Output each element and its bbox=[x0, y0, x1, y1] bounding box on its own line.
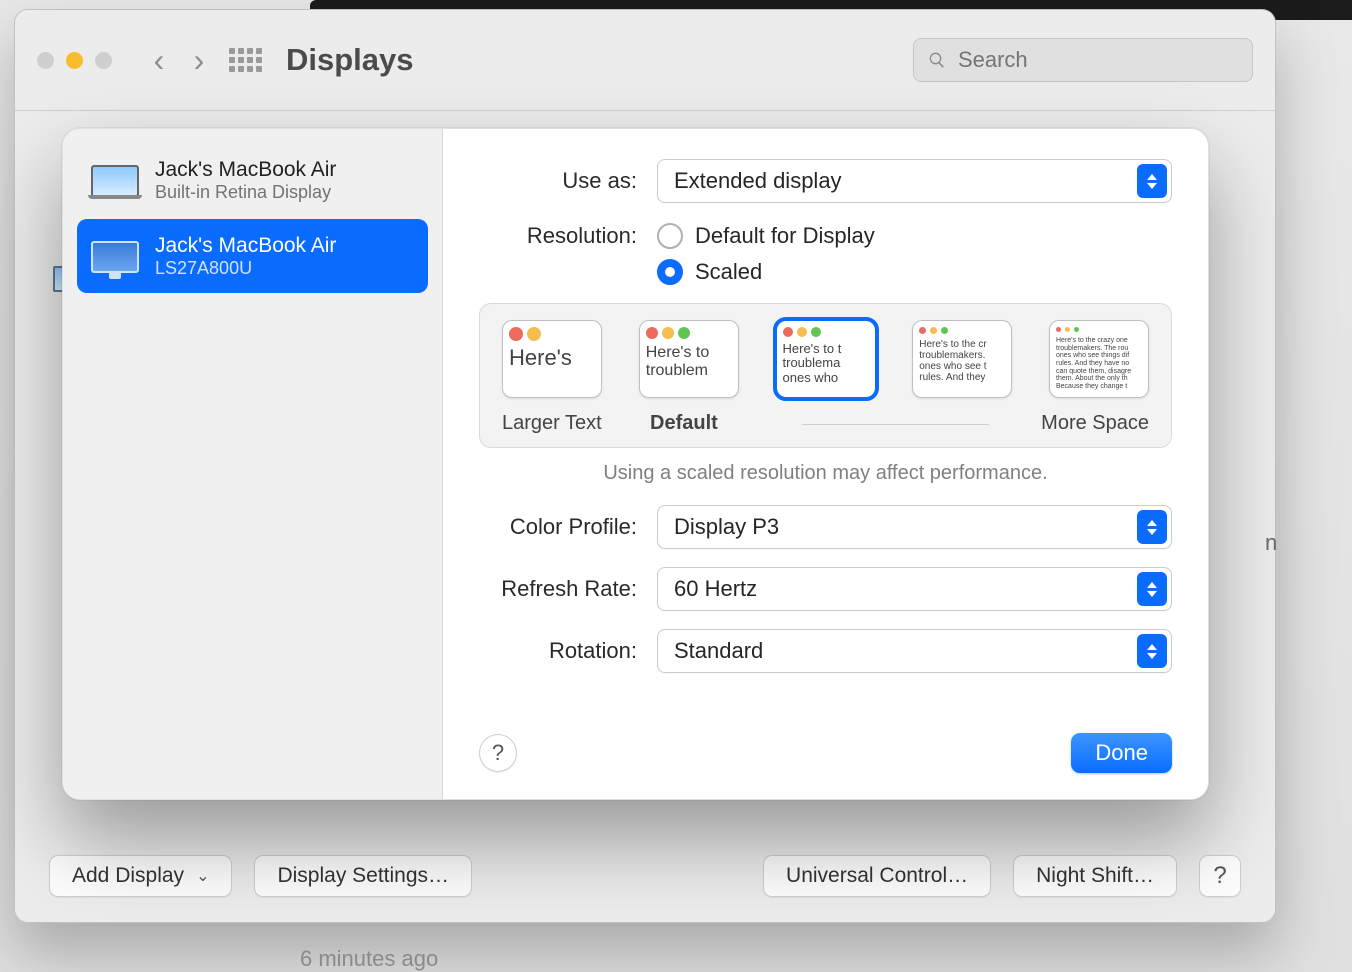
laptop-display-icon bbox=[91, 163, 139, 197]
search-icon bbox=[928, 50, 946, 70]
resolution-thumbnails-box: Here's Here's to troublem Here's to t tr… bbox=[479, 303, 1172, 448]
button-label: Add Display bbox=[72, 864, 184, 888]
display-settings-button[interactable]: Display Settings… bbox=[254, 855, 472, 897]
refresh-rate-select[interactable]: 60 Hertz bbox=[657, 567, 1172, 611]
chevron-down-icon: ⌄ bbox=[196, 866, 209, 886]
device-item-builtin[interactable]: Jack's MacBook Air Built-in Retina Displ… bbox=[77, 143, 428, 217]
radio-circle bbox=[657, 259, 683, 285]
thumbs-label-line bbox=[802, 424, 989, 425]
device-subtitle: Built-in Retina Display bbox=[155, 182, 336, 204]
thumb-sample-text: Here's to troublem bbox=[640, 339, 738, 379]
thumb-sample-text: Here's to t troublema ones who bbox=[777, 337, 875, 385]
close-window-button[interactable] bbox=[37, 52, 54, 69]
back-button[interactable]: ‹ bbox=[148, 49, 170, 71]
help-icon: ? bbox=[1213, 862, 1226, 890]
thumb-sample-text: Here's to the crazy one troublemakers. T… bbox=[1050, 332, 1148, 391]
search-input[interactable] bbox=[956, 46, 1238, 74]
device-subtitle: LS27A800U bbox=[155, 258, 336, 280]
select-value: 60 Hertz bbox=[674, 576, 757, 602]
done-button[interactable]: Done bbox=[1071, 733, 1172, 773]
thumbs-label-left: Larger Text bbox=[502, 412, 652, 435]
select-value: Display P3 bbox=[674, 514, 779, 540]
universal-control-button[interactable]: Universal Control… bbox=[763, 855, 991, 897]
select-value: Standard bbox=[674, 638, 763, 664]
sheet-sidebar: Jack's MacBook Air Built-in Retina Displ… bbox=[63, 129, 443, 799]
monitor-display-icon bbox=[91, 239, 139, 273]
device-item-external[interactable]: Jack's MacBook Air LS27A800U bbox=[77, 219, 428, 293]
resolution-hint: Using a scaled resolution may affect per… bbox=[479, 462, 1172, 485]
resolution-thumb-1[interactable]: Here's to troublem bbox=[639, 320, 739, 398]
select-value: Extended display bbox=[674, 168, 842, 194]
add-display-button[interactable]: Add Display ⌄ bbox=[49, 855, 232, 897]
button-label: Universal Control… bbox=[786, 864, 968, 888]
resolution-default-radio[interactable]: Default for Display bbox=[657, 223, 875, 249]
display-settings-sheet: Jack's MacBook Air Built-in Retina Displ… bbox=[62, 128, 1209, 800]
device-name: Jack's MacBook Air bbox=[155, 157, 336, 182]
stepper-icon bbox=[1137, 572, 1167, 606]
stepper-icon bbox=[1137, 164, 1167, 198]
stepper-icon bbox=[1137, 510, 1167, 544]
forward-button[interactable]: › bbox=[188, 49, 210, 71]
background-peek-right: n bbox=[1265, 530, 1285, 560]
thumbs-label-mid: Default bbox=[650, 412, 718, 435]
radio-label: Scaled bbox=[695, 259, 762, 285]
use-as-label: Use as: bbox=[479, 168, 637, 194]
toolbar: ‹ › Displays bbox=[15, 10, 1275, 111]
resolution-thumb-3[interactable]: Here's to the cr troublemakers. ones who… bbox=[912, 320, 1012, 398]
sheet-main: Use as: Extended display Resolution: Def… bbox=[443, 129, 1208, 799]
resolution-thumb-0[interactable]: Here's bbox=[502, 320, 602, 398]
zoom-window-button[interactable] bbox=[95, 52, 112, 69]
button-label: Display Settings… bbox=[277, 864, 449, 888]
color-profile-select[interactable]: Display P3 bbox=[657, 505, 1172, 549]
resolution-thumb-2[interactable]: Here's to t troublema ones who bbox=[776, 320, 876, 398]
window-controls bbox=[37, 52, 112, 69]
background-peek-text: 6 minutes ago bbox=[300, 946, 438, 972]
resolution-thumb-4[interactable]: Here's to the crazy one troublemakers. T… bbox=[1049, 320, 1149, 398]
sheet-help-button[interactable]: ? bbox=[479, 734, 517, 772]
stepper-icon bbox=[1137, 634, 1167, 668]
minimize-window-button[interactable] bbox=[66, 52, 83, 69]
rotation-select[interactable]: Standard bbox=[657, 629, 1172, 673]
radio-label: Default for Display bbox=[695, 223, 875, 249]
help-icon: ? bbox=[492, 740, 504, 766]
resolution-label: Resolution: bbox=[479, 221, 637, 249]
radio-circle bbox=[657, 223, 683, 249]
rotation-label: Rotation: bbox=[479, 638, 637, 664]
resolution-thumbnails: Here's Here's to troublem Here's to t tr… bbox=[502, 320, 1149, 398]
thumb-sample-text: Here's bbox=[503, 341, 601, 370]
use-as-select[interactable]: Extended display bbox=[657, 159, 1172, 203]
window-title: Displays bbox=[286, 42, 414, 78]
night-shift-button[interactable]: Night Shift… bbox=[1013, 855, 1177, 897]
color-profile-label: Color Profile: bbox=[479, 514, 637, 540]
button-label: Night Shift… bbox=[1036, 864, 1154, 888]
device-name: Jack's MacBook Air bbox=[155, 233, 336, 258]
show-all-prefs-button[interactable] bbox=[228, 43, 262, 77]
help-button[interactable]: ? bbox=[1199, 855, 1241, 897]
resolution-scaled-radio[interactable]: Scaled bbox=[657, 259, 875, 285]
thumb-sample-text: Here's to the cr troublemakers. ones who… bbox=[913, 334, 1011, 383]
window-footer: Add Display ⌄ Display Settings… Universa… bbox=[49, 855, 1241, 897]
search-field[interactable] bbox=[913, 38, 1253, 82]
thumbs-label-right: More Space bbox=[999, 412, 1149, 435]
refresh-rate-label: Refresh Rate: bbox=[479, 576, 637, 602]
